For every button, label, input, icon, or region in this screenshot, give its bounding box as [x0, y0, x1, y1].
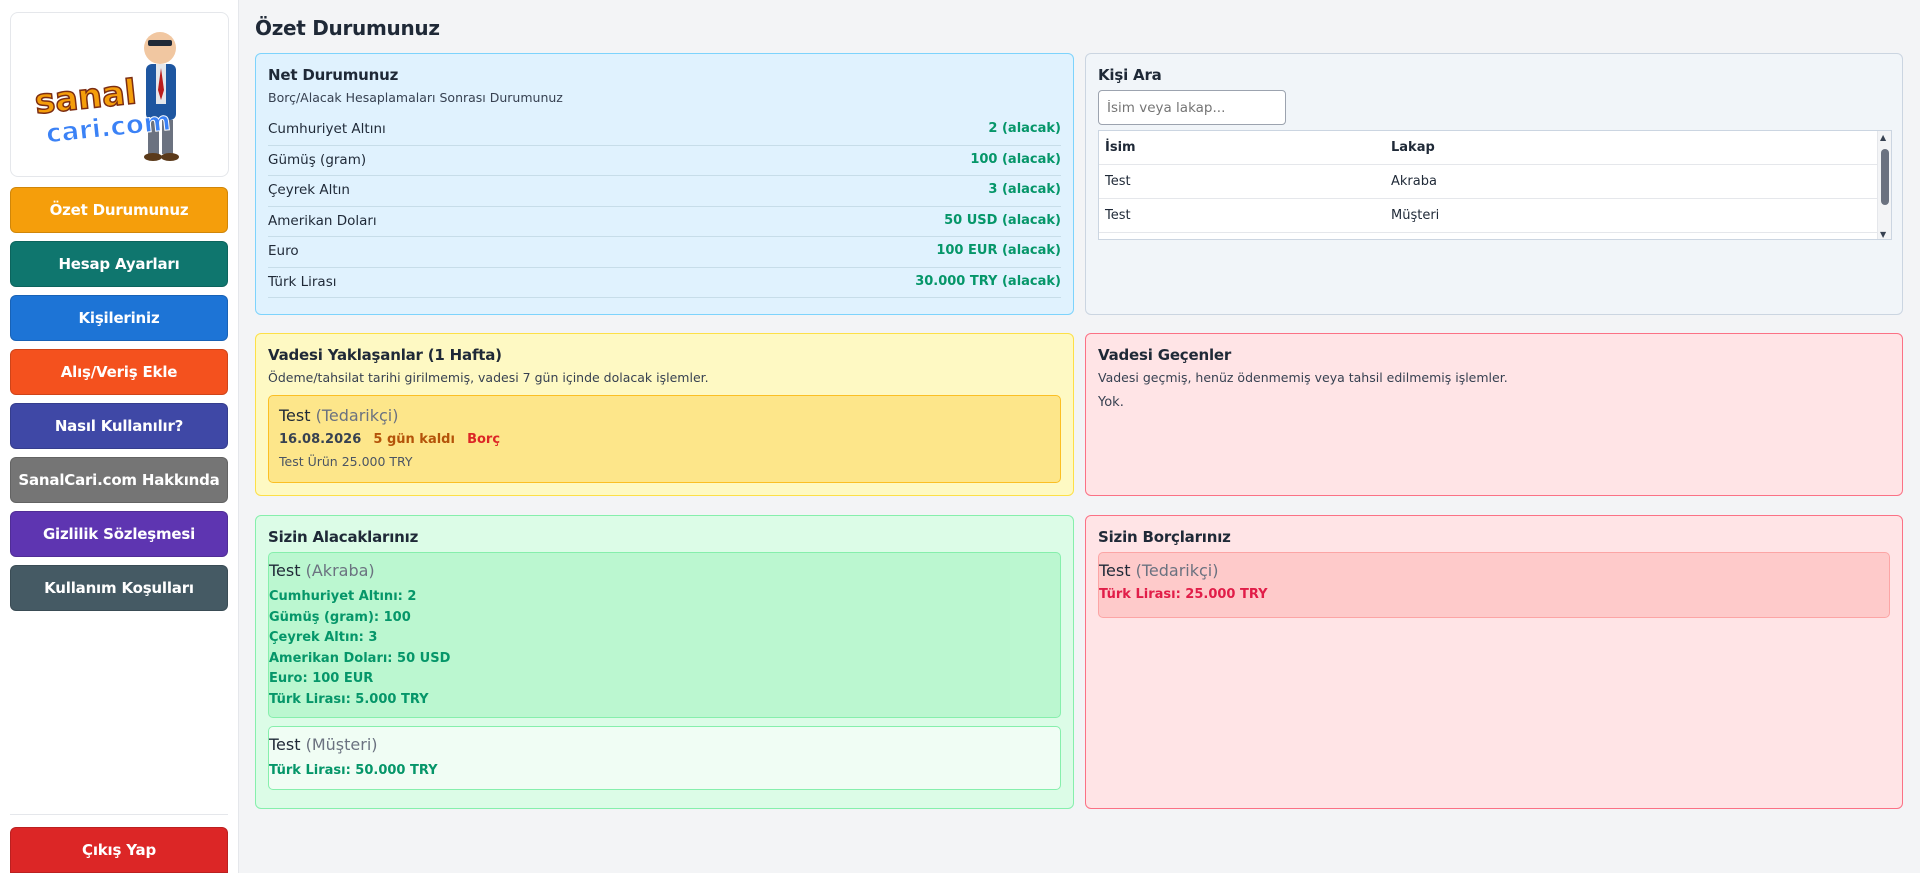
net-row-value: 2 (alacak) — [988, 121, 1061, 136]
due-item-description: Test Ürün 25.000 TRY — [279, 454, 413, 469]
person-table-scrollbar[interactable]: ▲ ▼ — [1877, 131, 1891, 239]
nav-button-ozet-durumunuz[interactable]: Özet Durumunuz — [10, 187, 228, 233]
net-row-value: 100 EUR (alacak) — [936, 243, 1061, 258]
nav-list: Özet Durumunuz Hesap Ayarları Kişileriniz A… — [10, 187, 228, 619]
due-item-name: Test — [279, 406, 311, 425]
net-row-label: Euro — [268, 243, 299, 259]
net-row-value: 3 (alacak) — [988, 182, 1061, 197]
scrollbar-thumb[interactable] — [1881, 149, 1889, 205]
item-amount-line: Türk Lirası: 25.000 TRY — [1099, 587, 1268, 602]
item-amount-line: Türk Lirası: 50.000 TRY — [269, 763, 438, 778]
due-item-type-badge: Borç — [467, 432, 501, 447]
nav-button-hesap-ayarlari[interactable]: Hesap Ayarları — [10, 241, 228, 287]
item-name: Test — [1099, 561, 1131, 580]
item-amount-line: Amerikan Doları: 50 USD — [269, 650, 451, 666]
receivables-card: Sizin Alacaklarınız Test (Akraba) Cumhuri… — [255, 515, 1074, 809]
net-status-row: Amerikan Doları 50 USD (alacak) — [268, 207, 1061, 237]
person-nickname-cell: Akraba — [1391, 174, 1437, 189]
net-row-value: 30.000 TRY (alacak) — [915, 273, 1061, 289]
logo[interactable]: sanal cari.com — [10, 12, 229, 177]
due-item-date: 16.08.2026 — [279, 432, 362, 447]
due-item-role: (Tedarikçi) — [315, 406, 399, 425]
nav-button-nasil-kullanilir[interactable]: Nasıl Kullanılır? — [10, 403, 228, 449]
net-status-subtitle: Borç/Alacak Hesaplamaları Sonrası Durumu… — [268, 90, 563, 105]
column-header-name[interactable]: İsim — [1099, 140, 1391, 155]
overdue-title: Vadesi Geçenler — [1098, 346, 1232, 364]
receivables-item[interactable]: Test (Akraba) Cumhuriyet Altını: 2 Gümüş (… — [268, 552, 1061, 718]
table-row[interactable]: Test Müşteri — [1099, 199, 1891, 233]
net-row-label: Türk Lirası — [268, 273, 337, 290]
item-amount-line: Gümüş (gram): 100 — [269, 609, 411, 625]
column-header-nickname[interactable]: Lakap — [1391, 140, 1891, 155]
net-row-value: 100 (alacak) — [970, 151, 1061, 167]
receivables-item[interactable]: Test (Müşteri) Türk Lirası: 50.000 TRY — [268, 726, 1061, 790]
net-row-value: 50 USD (alacak) — [944, 212, 1061, 228]
person-nickname-cell: Müşteri — [1391, 208, 1440, 223]
net-row-label: Amerikan Doları — [268, 212, 377, 229]
nav-button-alis-veris-ekle[interactable]: Alış/Veriş Ekle — [10, 349, 228, 395]
item-role: (Akraba) — [305, 561, 375, 580]
item-name: Test — [269, 561, 301, 580]
person-table: İsim Lakap Test Akraba Test Müşteri ▲ ▼ — [1098, 130, 1892, 240]
net-row-label: Çeyrek Altın — [268, 182, 350, 198]
debts-card: Sizin Borçlarınız Test (Tedarikçi) Türk L… — [1085, 515, 1903, 809]
net-status-row: Euro 100 EUR (alacak) — [268, 237, 1061, 268]
scroll-down-icon[interactable]: ▼ — [1880, 230, 1886, 239]
net-status-row: Çeyrek Altın 3 (alacak) — [268, 176, 1061, 207]
item-role: (Tedarikçi) — [1135, 561, 1219, 580]
table-row[interactable]: Test Akraba — [1099, 165, 1891, 199]
scroll-up-icon[interactable]: ▲ — [1880, 133, 1886, 142]
net-status-row: Türk Lirası 30.000 TRY (alacak) — [268, 268, 1061, 298]
due-item-remaining: 5 gün kaldı — [373, 432, 455, 447]
nav-button-gizlilik-sozlesmesi[interactable]: Gizlilik Sözleşmesi — [10, 511, 228, 557]
sidebar: sanal cari.com Özet Durumunuz Hesap Ayarl… — [0, 0, 239, 873]
item-amount-line: Çeyrek Altın: 3 — [269, 630, 378, 645]
nav-button-kullanim-kosullari[interactable]: Kullanım Koşulları — [10, 565, 228, 611]
person-table-header: İsim Lakap — [1099, 131, 1891, 165]
overdue-card: Vadesi Geçenler Vadesi geçmiş, henüz öde… — [1085, 333, 1903, 496]
due-soon-title: Vadesi Yaklaşanlar (1 Hafta) — [268, 346, 502, 364]
due-soon-subtitle: Ödeme/tahsilat tarihi girilmemiş, vadesi… — [268, 370, 709, 385]
net-row-label: Gümüş (gram) — [268, 151, 367, 168]
mascot-logo-icon: sanal cari.com — [32, 31, 179, 161]
item-role: (Müşteri) — [305, 735, 378, 754]
net-status-list: Cumhuriyet Altını 2 (alacak) Gümüş (gram) 1… — [268, 115, 1061, 298]
app: sanal cari.com Özet Durumunuz Hesap Ayarl… — [0, 0, 1920, 873]
debts-title: Sizin Borçlarınız — [1098, 528, 1231, 546]
sidebar-divider — [10, 814, 228, 815]
item-amount-line: Cumhuriyet Altını: 2 — [269, 589, 417, 604]
net-row-label: Cumhuriyet Altını — [268, 121, 386, 137]
person-name-cell: Test — [1105, 208, 1131, 223]
person-search-card: Kişi Ara İsim Lakap Test Akraba Test Müşter… — [1085, 53, 1903, 315]
due-soon-item[interactable]: Test (Tedarikçi) 16.08.2026 5 gün kaldı … — [268, 395, 1061, 483]
nav-button-sanalcari-com-hakkinda[interactable]: SanalCari.com Hakkında — [10, 457, 228, 503]
nav-button-kisileriniz[interactable]: Kişileriniz — [10, 295, 228, 341]
net-status-card: Net Durumunuz Borç/Alacak Hesaplamaları … — [255, 53, 1074, 315]
overdue-empty-text: Yok. — [1098, 395, 1124, 410]
person-search-title: Kişi Ara — [1098, 66, 1162, 84]
net-status-row: Gümüş (gram) 100 (alacak) — [268, 146, 1061, 176]
item-name: Test — [269, 735, 301, 754]
person-name-cell: Test — [1105, 174, 1131, 189]
receivables-title: Sizin Alacaklarınız — [268, 528, 419, 546]
overdue-subtitle: Vadesi geçmiş, henüz ödenmemiş veya tahs… — [1098, 370, 1508, 385]
page-title: Özet Durumunuz — [255, 16, 440, 40]
due-soon-card: Vadesi Yaklaşanlar (1 Hafta) Ödeme/tahsi… — [255, 333, 1074, 496]
net-status-title: Net Durumunuz — [268, 66, 399, 84]
item-amount-line: Türk Lirası: 5.000 TRY — [269, 691, 429, 707]
logout-button[interactable]: Çıkış Yap — [10, 827, 228, 873]
net-status-row: Cumhuriyet Altını 2 (alacak) — [268, 115, 1061, 146]
person-search-input[interactable] — [1098, 90, 1286, 125]
debts-item[interactable]: Test (Tedarikçi) Türk Lirası: 25.000 TRY — [1098, 552, 1890, 618]
item-amount-line: Euro: 100 EUR — [269, 671, 374, 686]
main-content: Özet Durumunuz Net Durumunuz Borç/Alacak… — [239, 0, 1920, 873]
